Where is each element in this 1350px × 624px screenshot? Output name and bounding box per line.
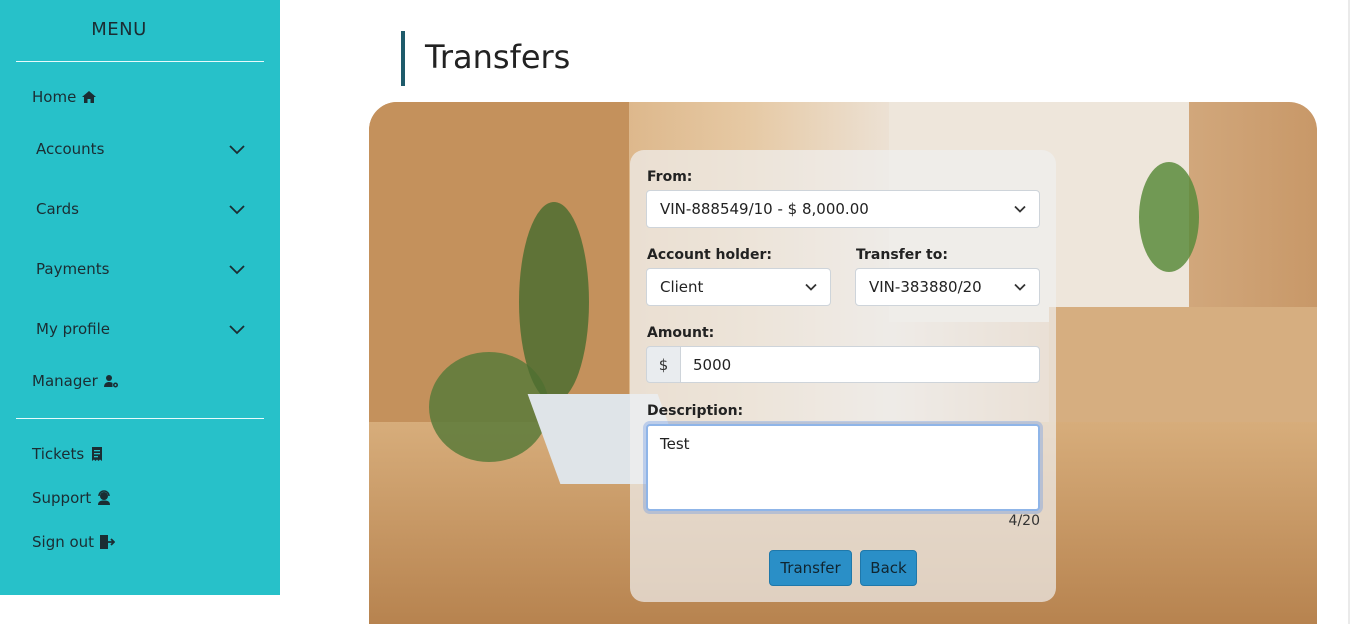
sign-out-icon — [99, 534, 116, 550]
photo-plant — [519, 202, 589, 402]
sidebar-item-accounts[interactable]: Accounts — [36, 140, 246, 158]
account-holder-label: Account holder: — [647, 247, 772, 263]
amount-input[interactable]: 5000 — [680, 346, 1040, 383]
sidebar-divider-bottom — [16, 418, 264, 419]
transfer-button[interactable]: Transfer — [769, 550, 852, 586]
sidebar-item-label: Manager — [32, 372, 98, 390]
sidebar-item-label: Home — [32, 88, 77, 106]
sidebar-item-label: My profile — [36, 320, 110, 338]
from-account-select[interactable]: VIN-888549/10 - $ 8,000.00 — [646, 190, 1040, 228]
transfer-to-label: Transfer to: — [856, 247, 948, 263]
title-accent-bar — [401, 31, 405, 86]
photo-plant — [1139, 162, 1199, 272]
page-title: Transfers — [425, 38, 571, 76]
transfer-to-select[interactable]: VIN-383880/20 — [855, 268, 1040, 306]
chevron-down-icon — [1014, 283, 1026, 291]
sidebar-item-support[interactable]: Support — [32, 489, 112, 507]
char-counter: 4/20 — [1008, 513, 1040, 529]
sidebar: MENU Home Accounts Cards Payments My pro… — [0, 0, 280, 595]
description-label: Description: — [647, 403, 744, 419]
headset-icon — [96, 490, 112, 506]
description-value: Test — [660, 435, 690, 453]
from-label: From: — [647, 169, 693, 185]
account-holder-value: Client — [660, 278, 704, 296]
sidebar-item-cards[interactable]: Cards — [36, 200, 246, 218]
user-gear-icon — [103, 373, 119, 389]
sidebar-divider-top — [16, 61, 264, 62]
chevron-down-icon — [229, 265, 245, 275]
sidebar-item-tickets[interactable]: Tickets — [32, 445, 105, 463]
sidebar-item-label: Payments — [36, 260, 110, 278]
chevron-down-icon — [805, 283, 817, 291]
account-holder-select[interactable]: Client — [646, 268, 831, 306]
sidebar-item-home[interactable]: Home — [32, 88, 97, 106]
sidebar-item-label: Cards — [36, 200, 79, 218]
home-icon — [81, 89, 97, 105]
chevron-down-icon — [229, 205, 245, 215]
chevron-down-icon — [1014, 205, 1026, 213]
sidebar-item-label: Tickets — [32, 445, 85, 463]
transfer-to-value: VIN-383880/20 — [869, 278, 982, 296]
sidebar-item-label: Sign out — [32, 533, 95, 551]
from-account-value: VIN-888549/10 - $ 8,000.00 — [660, 200, 869, 218]
amount-label: Amount: — [647, 325, 715, 341]
sidebar-item-payments[interactable]: Payments — [36, 260, 246, 278]
back-button[interactable]: Back — [860, 550, 917, 586]
menu-title: MENU — [91, 19, 147, 40]
sidebar-item-label: Accounts — [36, 140, 105, 158]
chevron-down-icon — [229, 145, 245, 155]
receipt-icon — [89, 446, 105, 462]
chevron-down-icon — [229, 325, 245, 335]
amount-value: 5000 — [693, 355, 732, 374]
sidebar-item-manager[interactable]: Manager — [32, 372, 119, 390]
sidebar-item-label: Support — [32, 489, 92, 507]
currency-addon: $ — [646, 346, 681, 383]
sidebar-item-sign-out[interactable]: Sign out — [32, 533, 116, 551]
sidebar-item-my-profile[interactable]: My profile — [36, 320, 246, 338]
description-textarea[interactable]: Test — [646, 424, 1040, 511]
